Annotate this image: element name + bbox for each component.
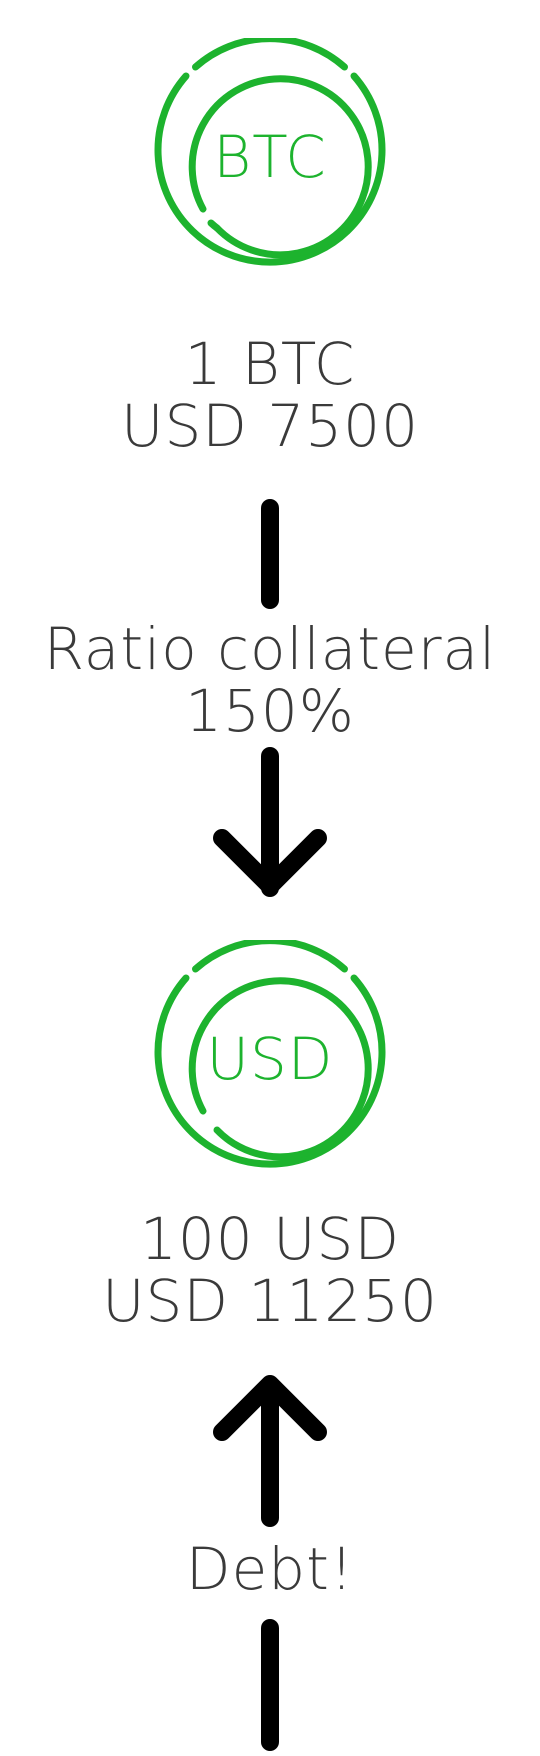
usd-coin-icon: USD bbox=[151, 940, 389, 1178]
debt-label: Debt! bbox=[185, 1535, 355, 1603]
usd-value-label: USD 11250 bbox=[102, 1267, 438, 1335]
usd-coin-symbol: USD bbox=[206, 1025, 334, 1093]
arrow-down-icon bbox=[213, 829, 327, 895]
btc-coin-symbol: BTC bbox=[213, 123, 327, 191]
ratio-value: 150% bbox=[185, 677, 355, 745]
arrow-up-icon bbox=[213, 1375, 327, 1441]
btc-amount-label: 1 BTC bbox=[184, 330, 356, 398]
btc-value-label: USD 7500 bbox=[121, 392, 419, 460]
btc-coin-icon: BTC bbox=[151, 38, 389, 276]
ratio-label: Ratio collateral bbox=[43, 615, 497, 683]
usd-amount-label: 100 USD bbox=[139, 1205, 401, 1273]
